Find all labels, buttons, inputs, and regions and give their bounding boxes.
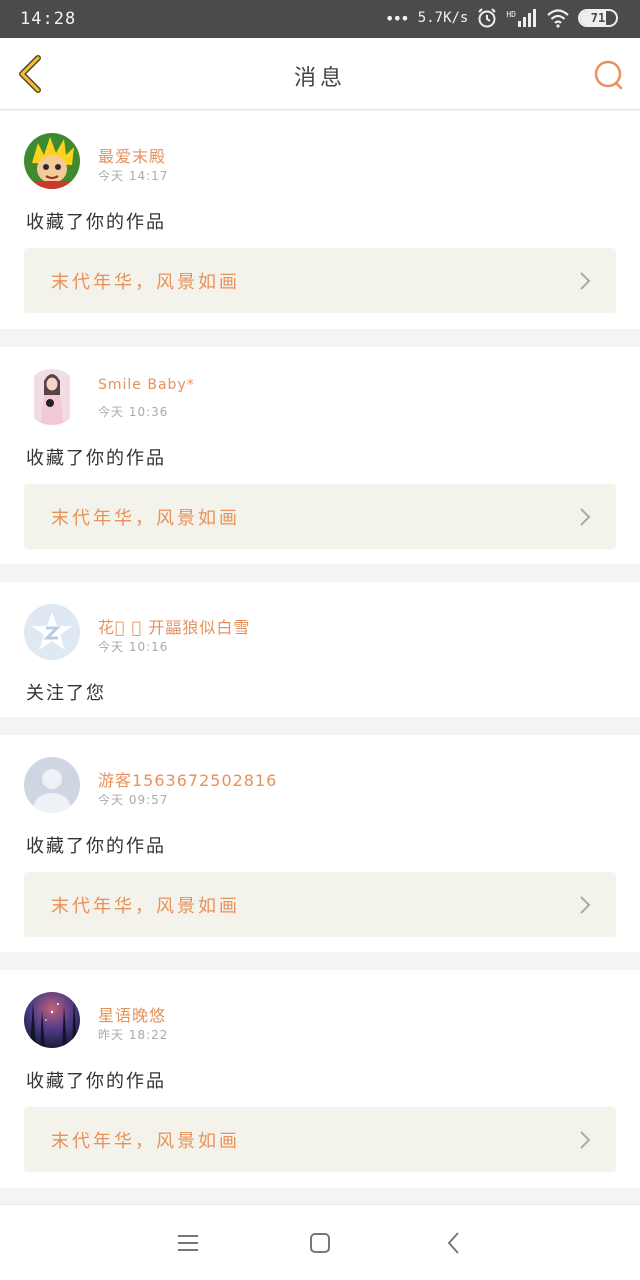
avatar[interactable] (24, 133, 80, 189)
page-title: 消息 (293, 66, 346, 91)
chevron-right-icon (580, 508, 591, 526)
hd-label: HD (506, 10, 516, 19)
wifi-icon (547, 9, 569, 28)
notification-card[interactable]: 花    开㽬狼似白雪 今天 10:16 关注了您 (0, 582, 640, 717)
status-time: 14:28 (20, 9, 77, 29)
system-nav-bar (0, 1204, 640, 1280)
notification-card[interactable]: 最爱末殿 今天 14:17 收藏了你的作品 末代年华，风景如画 (0, 111, 640, 329)
forest-night-avatar-icon (24, 992, 80, 1048)
work-link[interactable]: 末代年华，风景如画 (24, 248, 616, 313)
status-bar: 14:28 ••• 5.7K/s HD 71 (0, 0, 640, 38)
work-title: 末代年华，风景如画 (51, 1131, 240, 1152)
timestamp: 今天 10:16 (98, 640, 169, 654)
work-link[interactable]: 末代年华，风景如画 (24, 1107, 616, 1172)
action-text: 关注了您 (26, 683, 106, 704)
work-title: 末代年华，风景如画 (51, 272, 240, 293)
qzone-logo-icon (24, 604, 80, 660)
status-icons: ••• 5.7K/s HD 71 (385, 7, 618, 29)
username[interactable]: 最爱末殿 (98, 143, 166, 167)
hd-signal-icon: HD (506, 9, 538, 27)
action-text: 收藏了你的作品 (26, 212, 166, 233)
action-text: 收藏了你的作品 (26, 448, 166, 469)
more-dots-icon: ••• (384, 8, 410, 28)
work-link[interactable]: 末代年华，风景如画 (24, 484, 616, 549)
photo-avatar-icon (24, 369, 80, 425)
notification-card[interactable]: Smile Baby* 今天 10:36 收藏了你的作品 末代年华，风景如画 (0, 347, 640, 564)
chevron-right-icon (580, 896, 591, 914)
action-text: 收藏了你的作品 (26, 836, 166, 857)
battery-level: 71 (590, 11, 606, 25)
timestamp: 今天 10:36 (98, 405, 169, 419)
network-speed: 5.7K/s (417, 10, 469, 26)
username[interactable]: Smile Baby* (98, 377, 195, 393)
default-person-icon (24, 757, 80, 813)
app-header: 消息 (0, 38, 640, 110)
search-icon[interactable] (592, 58, 626, 92)
notification-card[interactable]: 星语晚悠 昨天 18:22 收藏了你的作品 末代年华，风景如画 (0, 970, 640, 1188)
notification-list: 最爱末殿 今天 14:17 收藏了你的作品 末代年华，风景如画 Smile Ba… (0, 111, 640, 1188)
work-title: 末代年华，风景如画 (51, 508, 240, 529)
timestamp: 今天 14:17 (98, 169, 169, 183)
cartoon-avatar-icon (24, 133, 80, 189)
avatar[interactable] (24, 992, 80, 1048)
username[interactable]: 游客1563672502816 (98, 767, 277, 791)
home-icon[interactable] (307, 1230, 333, 1256)
battery-icon: 71 (578, 9, 618, 27)
avatar[interactable] (24, 604, 80, 660)
chevron-right-icon (580, 272, 591, 290)
alarm-icon (478, 8, 497, 28)
work-title: 末代年华，风景如画 (51, 896, 240, 917)
timestamp: 昨天 18:22 (98, 1028, 169, 1042)
avatar[interactable] (24, 369, 80, 425)
username[interactable]: 星语晚悠 (98, 1002, 166, 1026)
notification-card[interactable]: 游客1563672502816 今天 09:57 收藏了你的作品 末代年华，风景… (0, 735, 640, 952)
work-link[interactable]: 末代年华，风景如画 (24, 872, 616, 937)
chevron-right-icon (580, 1131, 591, 1149)
timestamp: 今天 09:57 (98, 793, 169, 807)
username[interactable]: 花    开㽬狼似白雪 (98, 614, 250, 638)
menu-icon[interactable] (175, 1230, 201, 1256)
action-text: 收藏了你的作品 (26, 1071, 166, 1092)
back-icon[interactable] (441, 1230, 467, 1256)
avatar[interactable] (24, 757, 80, 813)
